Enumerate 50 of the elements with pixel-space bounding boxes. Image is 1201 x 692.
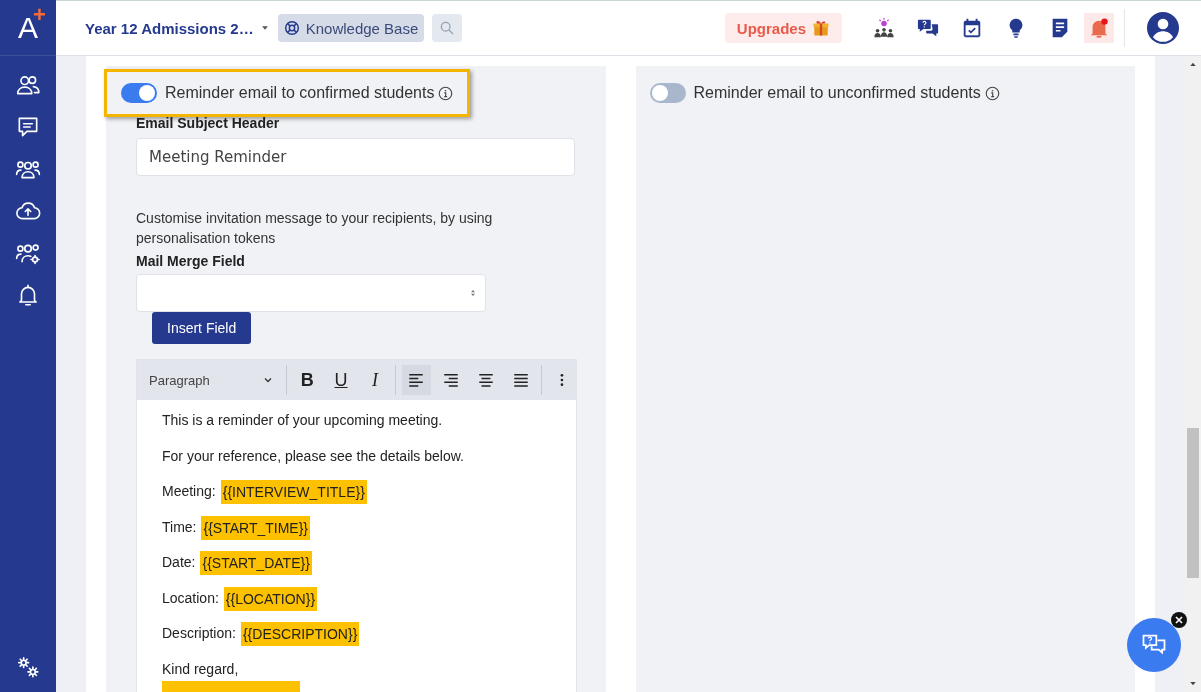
underline-button[interactable]: U	[327, 366, 355, 394]
user-avatar-icon[interactable]	[1147, 12, 1179, 44]
field-label-text: Time:	[162, 518, 197, 535]
body-text: For your reference, please see the details below.	[162, 447, 464, 464]
gift-icon	[812, 19, 830, 37]
info-icon[interactable]	[438, 85, 454, 101]
scrollbar-thumb[interactable]	[1187, 428, 1199, 578]
field-label-text: Location:	[162, 589, 219, 606]
search-icon	[439, 20, 456, 36]
merge-token: {{START_DATE}}	[200, 551, 312, 575]
merge-field-select[interactable]	[136, 274, 486, 312]
align-left-button[interactable]	[401, 365, 431, 395]
field-label: Email Subject Header	[136, 115, 281, 131]
align-left-icon	[407, 371, 426, 389]
body-text: Kind regard,	[162, 660, 239, 677]
field-label-text: Date:	[162, 554, 196, 570]
align-center-icon	[476, 371, 495, 389]
presenter-icon[interactable]	[873, 17, 895, 39]
scrollbar[interactable]	[1185, 56, 1201, 692]
notification-button[interactable]	[1084, 13, 1114, 43]
help-text: Customise invitation message to your recipients, by using personalisation tokens	[136, 209, 494, 248]
field-label-text: Meeting:	[162, 483, 216, 499]
toggle-label: Reminder email to unconfirmed students	[693, 84, 981, 102]
italic-button[interactable]: I	[360, 366, 389, 394]
field-label-text: Description:	[162, 625, 236, 641]
scroll-up-arrow-icon[interactable]	[1189, 60, 1197, 68]
toggle-switch[interactable]	[121, 83, 157, 103]
close-icon[interactable]	[1171, 612, 1187, 628]
merge-token: {{START_TIME}}	[201, 515, 310, 540]
body-text: This is a reminder of your upcoming meeting.	[162, 412, 443, 428]
calendar-icon[interactable]	[961, 17, 983, 39]
merge-token: {{LOCATION}}	[223, 586, 318, 611]
bold-button[interactable]: B	[293, 366, 322, 394]
help-chat-icon[interactable]	[917, 17, 939, 39]
align-right-icon	[442, 371, 461, 389]
lifebuoy-icon	[283, 20, 300, 36]
merge-token: {{DESCRIPTION}}	[240, 622, 360, 646]
settings-icon[interactable]	[15, 654, 41, 680]
insert-field-button[interactable]: Insert Field	[152, 312, 252, 344]
toggle-label: Reminder email to confirmed students	[165, 84, 435, 102]
knowledge-base-button[interactable]: Knowledge Base	[277, 14, 425, 42]
subject-input[interactable]: Meeting Reminder	[136, 138, 575, 176]
info-icon[interactable]	[984, 85, 1000, 101]
field-label: Mail Merge Field	[136, 253, 246, 269]
align-justify-icon	[511, 371, 530, 389]
block-style-dropdown[interactable]: Paragraph	[143, 372, 281, 388]
project-selector[interactable]: Year 12 Admissions 2…	[85, 19, 270, 37]
toggle-switch[interactable]	[649, 83, 686, 103]
scroll-down-arrow-icon[interactable]	[1189, 680, 1197, 688]
merge-token: {{INTERVIEW_TITLE}}	[220, 480, 367, 504]
